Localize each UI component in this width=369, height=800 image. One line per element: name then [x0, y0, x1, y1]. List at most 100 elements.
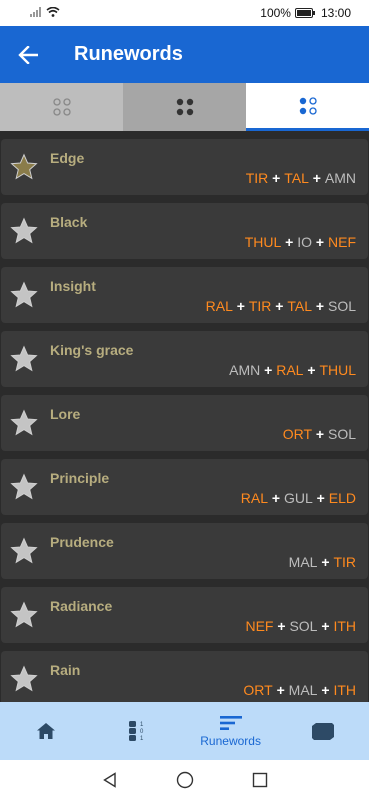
clock: 13:00 [320, 6, 351, 20]
arrow-left-icon [18, 45, 38, 64]
plus-separator: + [272, 682, 289, 698]
rune-label: TAL [284, 170, 309, 186]
rune-label: IO [297, 234, 313, 250]
rune-label: NEF [245, 618, 274, 634]
runeword-item[interactable]: Lore ORT + SOL [1, 395, 368, 451]
star-icon[interactable] [10, 409, 38, 437]
plus-separator: + [271, 298, 288, 314]
runeword-name: Prudence [50, 534, 114, 550]
app-bar: Runewords [0, 26, 369, 83]
plus-separator: + [303, 362, 320, 378]
rune-label: SOL [289, 618, 318, 634]
star-icon[interactable] [10, 665, 38, 693]
plus-separator: + [312, 426, 328, 442]
plus-separator: + [312, 490, 329, 506]
rune-label: ORT [282, 426, 313, 442]
rune-label: SOL [327, 426, 356, 442]
nav-items[interactable] [277, 702, 369, 760]
home-icon [37, 723, 56, 739]
battery-percent: 100% [260, 6, 291, 20]
rune-label: TIR [245, 170, 269, 186]
tab-runewords[interactable] [246, 83, 369, 131]
runeword-name: Edge [50, 150, 85, 166]
signal-wifi-icons [30, 7, 60, 17]
signal-icon [30, 7, 41, 17]
rune-label: NEF [328, 234, 356, 250]
rune-label: AMN [229, 362, 261, 378]
runeword-runes: ORT + MAL + ITH [243, 682, 356, 698]
runeword-runes: AMN + RAL + THUL [229, 362, 356, 378]
nav-runewords[interactable]: Runewords [185, 702, 277, 760]
runeword-item[interactable]: Black THUL + IO + NEF [1, 203, 368, 259]
runeword-runes: NEF + SOL + ITH [245, 618, 356, 634]
svg-text:0: 0 [140, 729, 144, 735]
plus-separator: + [268, 490, 284, 506]
rune-label: THUL [319, 362, 356, 378]
page-title: Runewords [74, 43, 183, 65]
rune-label: MAL [288, 554, 318, 570]
runeword-runes: MAL + TIR [289, 554, 356, 570]
rune-tabs [0, 83, 369, 131]
runeword-name: Radiance [50, 598, 113, 614]
rune-label: THUL [244, 234, 282, 250]
nav-runes[interactable]: 1 0 1 [92, 702, 184, 760]
rune-dots-filled-icon [176, 98, 193, 116]
recents-square-icon[interactable] [252, 772, 268, 788]
rune-label: TAL [287, 298, 313, 314]
battery-icon [294, 8, 315, 18]
runeword-item[interactable]: Rain ORT + MAL + ITH [1, 651, 368, 702]
runeword-runes: RAL + GUL + ELD [241, 490, 356, 506]
rune-label: TIR [333, 554, 356, 570]
rune-stack-icon: 1 0 1 [129, 721, 144, 742]
rune-label: ITH [333, 682, 356, 698]
plus-separator: + [232, 298, 249, 314]
nav-home[interactable] [0, 702, 92, 760]
home-circle-icon[interactable] [176, 771, 194, 789]
wifi-icon [46, 7, 60, 17]
runeword-name: Lore [50, 406, 81, 422]
tab-rune-circles[interactable] [0, 83, 123, 131]
star-icon[interactable] [10, 217, 38, 245]
plus-separator: + [308, 170, 325, 186]
runeword-runes: TIR + TAL + AMN [246, 170, 356, 186]
plus-separator: + [260, 362, 277, 378]
star-icon[interactable] [10, 345, 38, 373]
runeword-item[interactable]: Radiance NEF + SOL + ITH [1, 587, 368, 643]
runeword-item[interactable]: King's grace AMN + RAL + THUL [1, 331, 368, 387]
runeword-name: Black [50, 214, 88, 230]
star-icon[interactable] [10, 153, 38, 181]
plus-separator: + [317, 682, 334, 698]
rune-label: RAL [276, 362, 304, 378]
star-icon[interactable] [10, 537, 38, 565]
tab-rune-dots[interactable] [123, 83, 246, 131]
runeword-name: Insight [50, 278, 96, 294]
rune-label: ITH [333, 618, 356, 634]
runeword-item[interactable]: Principle RAL + GUL + ELD [1, 459, 368, 515]
status-bar: 100% 13:00 [0, 0, 369, 26]
runeword-item[interactable]: Edge TIR + TAL + AMN [1, 139, 368, 195]
runeword-runes: THUL + IO + NEF [245, 234, 356, 250]
nav-runewords-label: Runewords [200, 733, 261, 748]
star-icon[interactable] [10, 281, 38, 309]
star-icon[interactable] [10, 601, 38, 629]
runeword-list: Edge TIR + TAL + AMN Black THUL + IO + N… [0, 139, 369, 702]
back-triangle-icon[interactable] [102, 772, 118, 788]
runeword-runes: ORT + SOL [283, 426, 356, 442]
rune-label: RAL [205, 298, 233, 314]
cube-icon [311, 723, 334, 740]
runeword-name: Principle [50, 470, 110, 486]
plus-separator: + [268, 170, 285, 186]
plus-separator: + [281, 234, 298, 250]
star-icon[interactable] [10, 473, 38, 501]
runewords-list-icon [219, 715, 242, 730]
rune-label: RAL [240, 490, 269, 506]
rune-label: ORT [243, 682, 273, 698]
runeword-runes: RAL + TIR + TAL + SOL [206, 298, 356, 314]
runeword-name: King's grace [50, 342, 134, 358]
rune-label: GUL [284, 490, 313, 506]
runeword-item[interactable]: Prudence MAL + TIR [1, 523, 368, 579]
svg-text:1: 1 [140, 736, 144, 742]
svg-text:1: 1 [140, 722, 144, 728]
back-button[interactable] [0, 26, 56, 83]
runeword-item[interactable]: Insight RAL + TIR + TAL + SOL [1, 267, 368, 323]
